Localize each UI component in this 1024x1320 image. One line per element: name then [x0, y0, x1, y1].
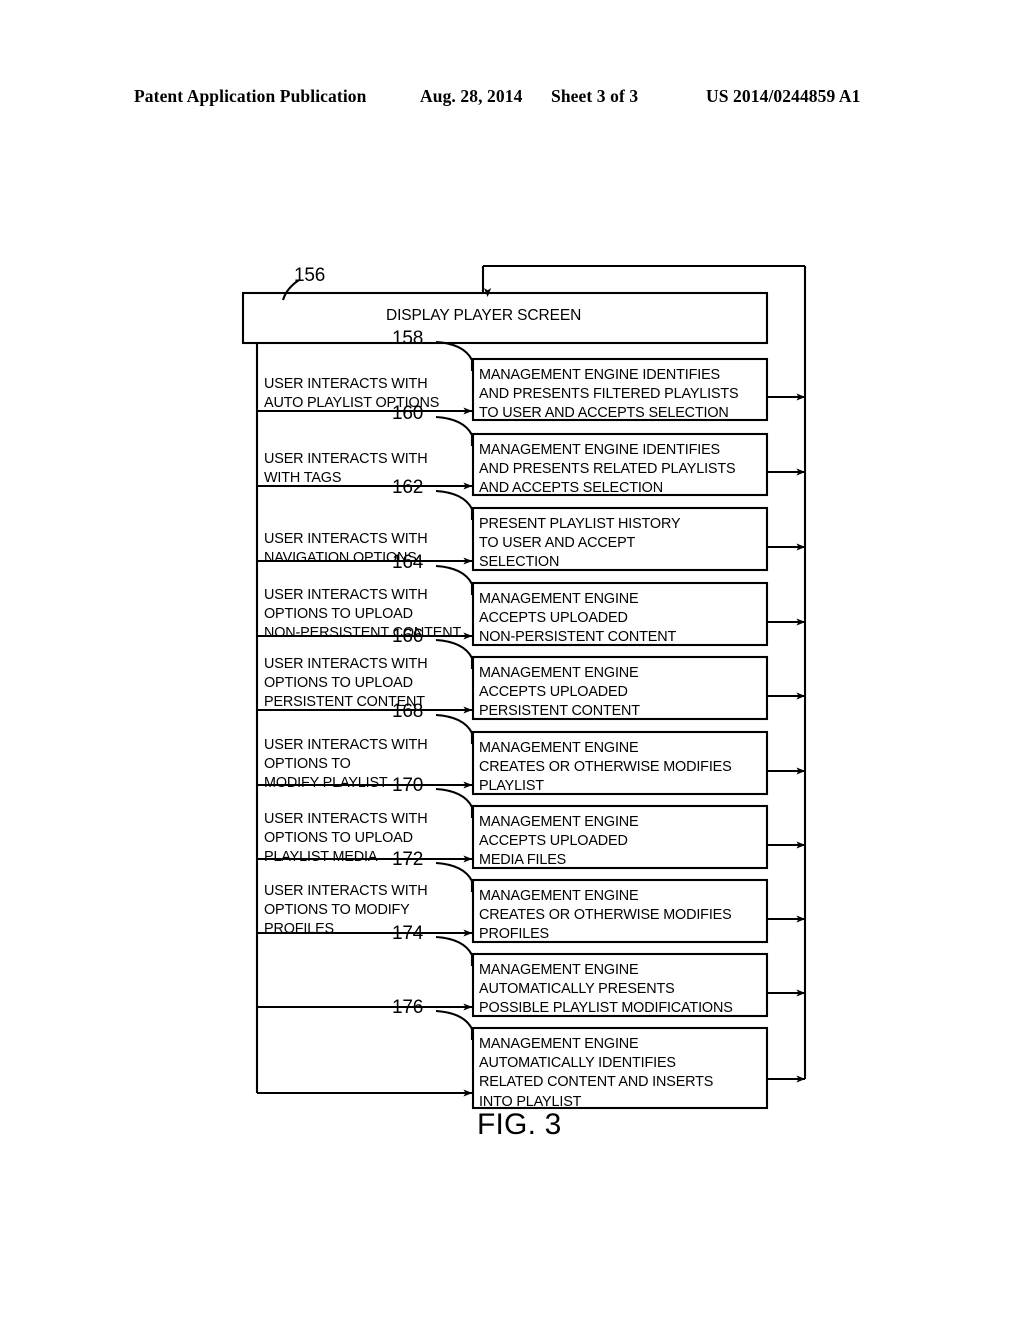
- reference-numeral-158: 158: [392, 328, 424, 349]
- reference-numeral-156: 156: [294, 265, 326, 286]
- process-box-170: MANAGEMENT ENGINE ACCEPTS UPLOADED MEDIA…: [479, 814, 639, 869]
- reference-numeral-162: 162: [392, 477, 424, 498]
- user-action-164: USER INTERACTS WITH OPTIONS TO UPLOAD NO…: [264, 587, 462, 642]
- process-box-174: MANAGEMENT ENGINE AUTOMATICALLY PRESENTS…: [479, 962, 733, 1017]
- reference-numeral-176: 176: [392, 997, 424, 1018]
- process-box-172: MANAGEMENT ENGINE CREATES OR OTHERWISE M…: [479, 888, 732, 943]
- process-box-162: PRESENT PLAYLIST HISTORY TO USER AND ACC…: [479, 516, 681, 571]
- figure-caption: FIG. 3: [477, 1108, 562, 1141]
- process-box-168: MANAGEMENT ENGINE CREATES OR OTHERWISE M…: [479, 740, 732, 795]
- reference-numeral-172: 172: [392, 849, 424, 870]
- process-box-164: MANAGEMENT ENGINE ACCEPTS UPLOADED NON-P…: [479, 591, 677, 646]
- process-box-166: MANAGEMENT ENGINE ACCEPTS UPLOADED PERSI…: [479, 665, 640, 720]
- reference-numeral-174: 174: [392, 923, 424, 944]
- reference-numeral-160: 160: [392, 403, 424, 424]
- process-box-158: MANAGEMENT ENGINE IDENTIFIES AND PRESENT…: [479, 367, 739, 422]
- figure-3-flowchart: DISPLAY PLAYER SCREEN 156 158 MANAGEMENT EN…: [0, 0, 1024, 1320]
- reference-numeral-164: 164: [392, 552, 424, 573]
- display-player-screen-label: DISPLAY PLAYER SCREEN: [386, 307, 582, 324]
- process-box-160: MANAGEMENT ENGINE IDENTIFIES AND PRESENT…: [479, 442, 736, 497]
- process-box-176: MANAGEMENT ENGINE AUTOMATICALLY IDENTIFI…: [479, 1036, 714, 1110]
- reference-numeral-166: 166: [392, 626, 424, 647]
- reference-numeral-168: 168: [392, 701, 424, 722]
- reference-numeral-170: 170: [392, 775, 424, 796]
